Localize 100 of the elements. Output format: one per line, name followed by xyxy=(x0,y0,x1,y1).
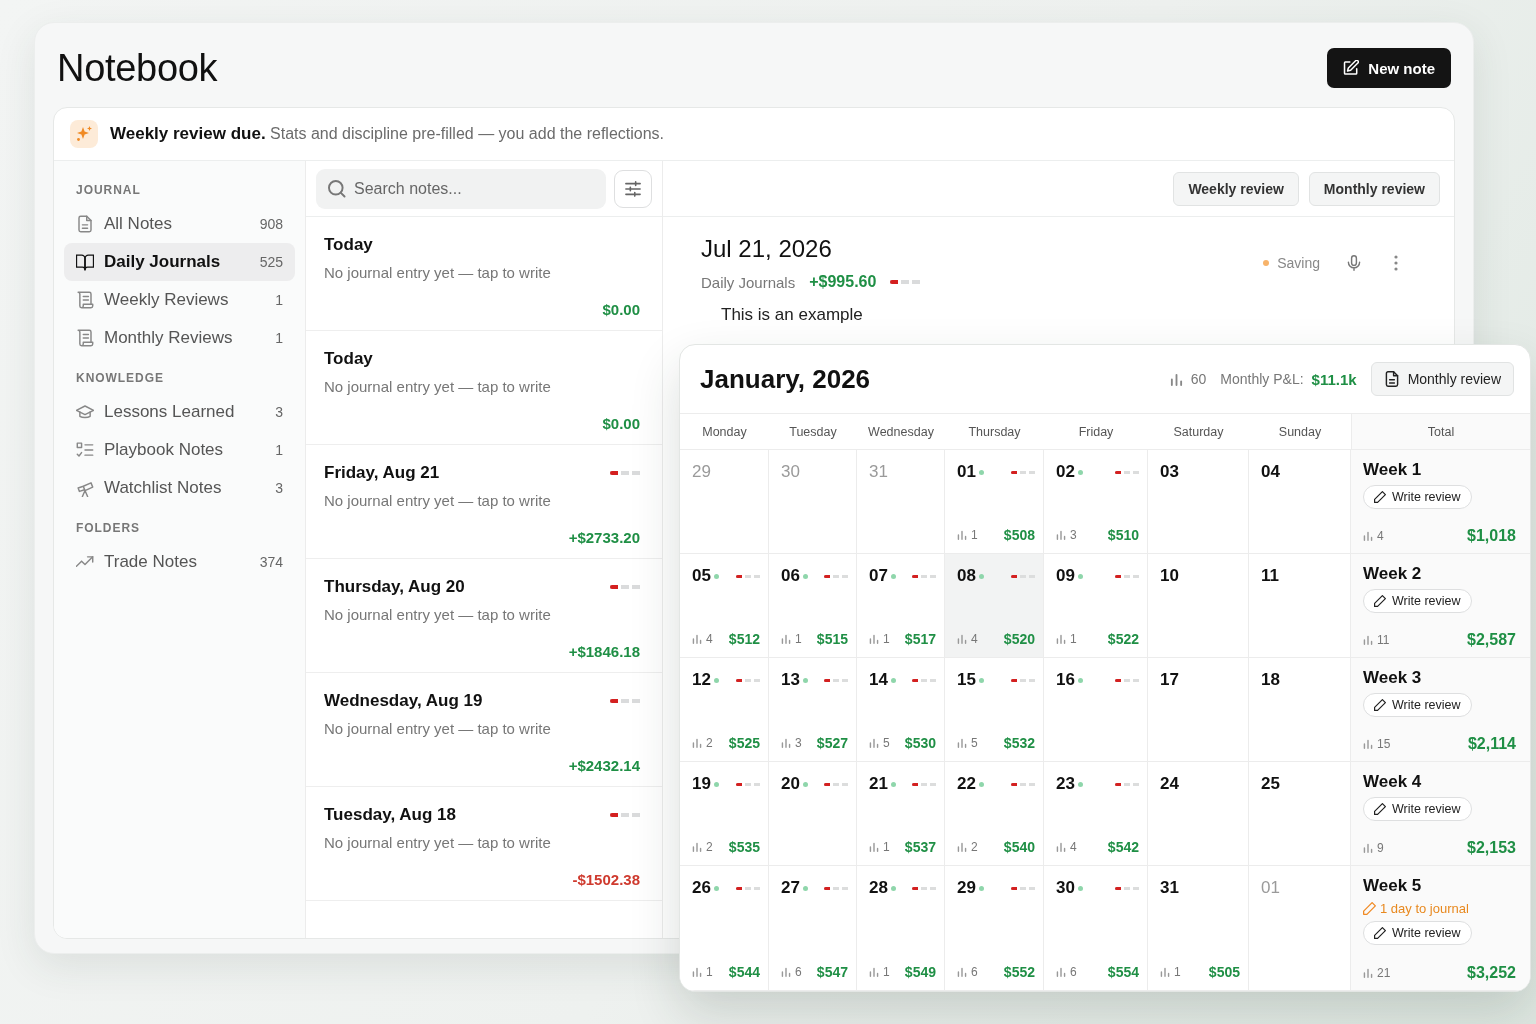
sliders-icon xyxy=(625,180,641,197)
review-button[interactable]: Weekly review xyxy=(1173,171,1299,206)
new-note-button[interactable]: New note xyxy=(1327,48,1451,88)
bar-chart-icon xyxy=(1056,842,1066,852)
document-icon xyxy=(76,215,94,233)
calendar-day-cell[interactable]: 02 3 $510 xyxy=(1044,450,1148,554)
search-field[interactable]: Search notes... xyxy=(316,168,606,209)
sidebar-item[interactable]: Lessons Learned 3 xyxy=(64,393,295,431)
calendar-day-cell[interactable]: 04 xyxy=(1249,450,1351,554)
sidebar-item[interactable]: Trade Notes 374 xyxy=(64,543,295,581)
calendar-day-cell[interactable]: 22 2 $540 xyxy=(945,762,1044,866)
write-review-button[interactable]: Write review xyxy=(1363,485,1472,509)
microphone-icon[interactable] xyxy=(1346,255,1362,271)
calendar-day-cell[interactable]: 16 xyxy=(1044,658,1148,762)
bar-chart-icon xyxy=(869,738,879,748)
calendar-day-cell[interactable]: 19 2 $535 xyxy=(680,762,769,866)
calendar-day-cell[interactable]: 24 xyxy=(1148,762,1249,866)
calendar-day-cell[interactable]: 03 xyxy=(1148,450,1249,554)
day-number: 23 xyxy=(1056,774,1075,794)
calendar-day-cell[interactable]: 07 1 $517 xyxy=(857,554,945,658)
note-list-item[interactable]: Today No journal entry yet — tap to write $0.00 xyxy=(306,331,662,445)
calendar-day-cell[interactable]: 12 2 $525 xyxy=(680,658,769,762)
note-list-item[interactable]: Today No journal entry yet — tap to write $0.00 xyxy=(306,217,662,331)
weekday-header: Friday xyxy=(1078,424,1114,439)
calendar-day-cell[interactable]: 09 1 $522 xyxy=(1044,554,1148,658)
trade-count: 1 xyxy=(795,632,802,646)
bar-chart-icon xyxy=(692,967,702,977)
sidebar-item[interactable]: Playbook Notes 1 xyxy=(64,431,295,469)
trade-count: 1 xyxy=(706,965,713,979)
sidebar-item[interactable]: Watchlist Notes 3 xyxy=(64,469,295,507)
note-preview: No journal entry yet — tap to write xyxy=(324,492,552,509)
week-pnl: $2,587 xyxy=(1467,631,1516,649)
day-pnl: $540 xyxy=(1003,839,1035,855)
calendar-day-cell[interactable]: 23 4 $542 xyxy=(1044,762,1148,866)
write-review-button[interactable]: Write review xyxy=(1363,797,1472,821)
day-number: 02 xyxy=(1056,462,1075,482)
note-count: 908 xyxy=(259,216,283,232)
calendar-day-cell[interactable]: 29 6 $552 xyxy=(945,866,1044,991)
write-review-button[interactable]: Write review xyxy=(1363,589,1472,613)
trade-count: 4 xyxy=(971,632,978,646)
trade-count: 2 xyxy=(706,736,713,750)
trade-count: 21 xyxy=(1377,966,1391,980)
day-number: 19 xyxy=(692,774,711,794)
calendar-day-cell[interactable]: 05 4 $512 xyxy=(680,554,769,658)
calendar-day-cell[interactable]: 17 xyxy=(1148,658,1249,762)
day-pnl: $530 xyxy=(904,735,936,751)
note-list-item[interactable]: Wednesday, Aug 19 No journal entry yet — tap to write +$2432.14 xyxy=(306,673,662,787)
calendar-day-cell[interactable]: 28 1 $549 xyxy=(857,866,945,991)
calendar-day-cell[interactable]: 01 1 $508 xyxy=(945,450,1044,554)
day-number: 25 xyxy=(1261,774,1280,794)
monthly-review-button[interactable]: Monthly review xyxy=(1370,362,1514,396)
more-options-icon[interactable] xyxy=(1394,255,1398,271)
write-review-button[interactable]: Write review xyxy=(1363,693,1472,717)
calendar-day-cell[interactable]: 25 xyxy=(1249,762,1351,866)
day-pnl: $535 xyxy=(728,839,760,855)
calendar-day-cell[interactable]: 15 5 $532 xyxy=(945,658,1044,762)
note-title: Tuesday, Aug 18 xyxy=(324,805,456,825)
note-list-item[interactable]: Thursday, Aug 20 No journal entry yet — tap to write +$1846.18 xyxy=(306,559,662,673)
filter-button[interactable] xyxy=(614,169,652,208)
sidebar-item[interactable]: Weekly Reviews 1 xyxy=(64,281,295,319)
review-button[interactable]: Monthly review xyxy=(1308,171,1440,206)
edit-icon xyxy=(1343,60,1360,76)
weekday-header: Tuesday xyxy=(789,424,837,439)
sparkle-icon xyxy=(70,120,98,148)
write-review-button[interactable]: Write review xyxy=(1363,921,1472,945)
calendar-day-cell[interactable]: 18 xyxy=(1249,658,1351,762)
day-pnl: $547 xyxy=(816,964,848,980)
note-title: Friday, Aug 21 xyxy=(324,463,440,483)
sidebar-item[interactable]: Daily Journals 525 xyxy=(64,243,295,281)
calendar-day-cell[interactable]: 06 1 $515 xyxy=(769,554,857,658)
trade-count: 1 xyxy=(883,965,890,979)
bar-chart-icon xyxy=(1056,634,1066,644)
sidebar-item[interactable]: Monthly Reviews 1 xyxy=(64,319,295,357)
calendar-day-cell[interactable]: 14 5 $530 xyxy=(857,658,945,762)
calendar-day-cell[interactable]: 27 6 $547 xyxy=(769,866,857,991)
bar-chart-icon xyxy=(1056,967,1066,977)
bar-chart-icon xyxy=(1169,372,1183,386)
note-title: Today xyxy=(324,235,373,255)
day-number: 04 xyxy=(1261,462,1280,482)
calendar-day-cell[interactable]: 21 1 $537 xyxy=(857,762,945,866)
calendar-day-cell[interactable]: 31 1 $505 xyxy=(1148,866,1249,991)
calendar-day-cell[interactable]: 26 1 $544 xyxy=(680,866,769,991)
trade-count: 5 xyxy=(883,736,890,750)
sidebar-item[interactable]: All Notes 908 xyxy=(64,205,295,243)
scroll-icon xyxy=(76,291,94,309)
week-pnl: $3,252 xyxy=(1467,964,1516,982)
bar-chart-icon xyxy=(781,634,791,644)
calendar-day-cell[interactable]: 11 xyxy=(1249,554,1351,658)
day-number: 07 xyxy=(869,566,888,586)
calendar-day-cell[interactable]: 13 3 $527 xyxy=(769,658,857,762)
calendar-day-cell[interactable]: 08 4 $520 xyxy=(945,554,1044,658)
note-list-item[interactable]: Tuesday, Aug 18 No journal entry yet — tap to write -$1502.38 xyxy=(306,787,662,901)
calendar-day-cell[interactable]: 10 xyxy=(1148,554,1249,658)
day-pnl: $552 xyxy=(1003,964,1035,980)
calendar-day-cell[interactable]: 20 xyxy=(769,762,857,866)
banner-text: Weekly review due. Stats and discipline pre-filled — you add the reflections. xyxy=(110,124,665,144)
note-list-item[interactable]: Friday, Aug 21 No journal entry yet — tap to write +$2733.20 xyxy=(306,445,662,559)
calendar-day-cell[interactable]: 30 6 $554 xyxy=(1044,866,1148,991)
day-pnl: $512 xyxy=(728,631,760,647)
weekday-header: Thursday xyxy=(968,424,1021,439)
